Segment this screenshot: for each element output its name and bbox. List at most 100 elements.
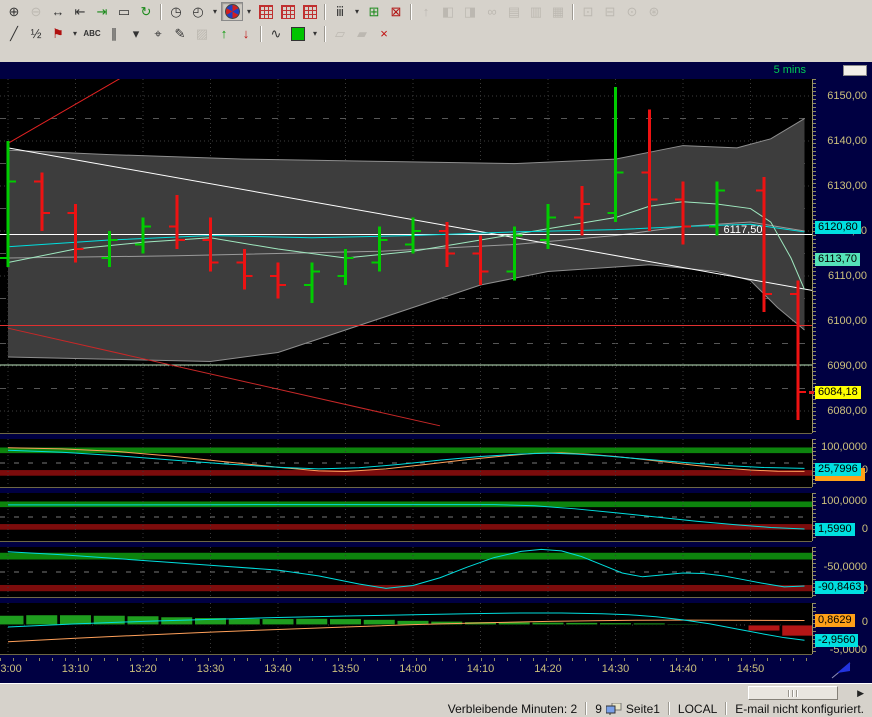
price-tick-label: 6140,00 [827,135,867,147]
bar-style-button[interactable]: ⅲ [329,2,351,21]
price-value-chip: 6084,18 [815,386,861,399]
price-value-chip: 6120,80 [815,221,861,234]
macd-axis: 0,86290-2,9560-5,0000 [812,603,872,654]
monitor-frame-icon: ⊟ [605,5,616,18]
remove-study-button[interactable]: ⊠ [385,2,407,21]
scrollbar-thumb[interactable] [748,686,838,700]
bring-front-icon: ▰ [357,27,367,40]
quote-list-1-button: ▤ [503,2,525,21]
toolbar-separator [260,26,262,42]
chart-frame-button[interactable]: ▭ [113,2,135,21]
oscillator-3-plot[interactable] [0,547,812,598]
interval-label: 5 mins [774,64,806,76]
chart-window-button[interactable] [843,65,867,76]
main-chart-canvas: 6117,50 [0,79,812,433]
chart-window: 5 mins 13:0013:1013:2013:3013:4013:5014:… [0,62,872,683]
histogram-bar [296,618,328,625]
zoom-in-button[interactable]: ⊕ [3,2,25,21]
fibonacci-tool-icon: ½ [31,27,42,40]
timeframe-clock-button[interactable]: ◴ [187,2,209,21]
oscillator-2-plot[interactable] [0,493,812,542]
reload-chart-icon: ↻ [141,5,152,18]
grid-coarse-icon [303,5,317,19]
toolbar-separator [410,4,412,20]
macd-canvas [0,603,812,654]
quote-list-1-icon: ▤ [508,5,520,18]
histogram-bar [228,618,260,625]
overlay-tool-button[interactable]: ∿ [265,24,287,43]
trendline-tool-icon: ╱ [10,27,18,40]
prev-page-button: ◧ [437,2,459,21]
reload-chart-button[interactable]: ↻ [135,2,157,21]
overlay-tool-icon: ∿ [271,27,282,40]
indicator-axis-label: -50,0000 [824,561,867,573]
scale-fit-button[interactable]: ↔ [47,2,69,21]
color-wheel-button[interactable] [221,2,243,21]
parallel-lines-tool-button[interactable]: ∥ [103,24,125,43]
histogram-bar [0,615,24,625]
color-wheel-dropdown[interactable]: ▾ [243,2,255,21]
time-axis: 13:0013:1013:2013:3013:4013:5014:0014:10… [0,658,872,682]
price-annotation: 6117,50 [724,224,763,236]
scrollbar-right-arrow[interactable]: ▶ [857,688,864,699]
price-tick-label: 6130,00 [827,180,867,192]
grid-medium-button[interactable] [277,2,299,21]
color-swatch-button[interactable] [287,24,309,43]
main-chart-plot[interactable]: 6117,50 [0,79,812,434]
price-tick-label: 6100,00 [827,315,867,327]
remove-study-icon: ⊠ [391,5,402,18]
flag-marker-button[interactable]: ⚑ [47,24,69,43]
add-study-button[interactable]: ⊞ [363,2,385,21]
toolbar-separator [324,26,326,42]
scroll-right-icon: ⇥ [97,5,108,18]
histogram-bar [127,616,159,625]
clock-button[interactable]: ◷ [165,2,187,21]
macd-plot[interactable] [0,603,812,655]
monitor-grid-button: ⊡ [577,2,599,21]
indicator-value-chip: 25,7996 [815,463,861,476]
histogram-bar [532,622,564,625]
text-tool-button[interactable]: ABC [81,24,103,43]
histogram-bar [26,615,58,625]
histogram-bar [633,623,665,625]
toolbar: ⊕⊖↔⇤⇥▭↻◷◴▾▾ⅲ▾⊞⊠↑◧◨∞▤▥▦⊡⊟⊙⊛ ╱½⚑▾ABC∥▾⌖✎▨↑… [0,0,872,62]
flag-marker-dropdown[interactable]: ▾ [69,24,81,43]
grid-coarse-button[interactable] [299,2,321,21]
grid-fine-button[interactable] [255,2,277,21]
jump-to-end-flag-icon[interactable] [828,660,856,680]
color-swatch-dropdown[interactable]: ▾ [309,24,321,43]
tools-dropdown-icon: ▾ [133,27,140,40]
toolbar-separator [572,4,574,20]
color-swatch-icon [291,27,305,41]
fibonacci-tool-button[interactable]: ½ [25,24,47,43]
oscillator-1-plot[interactable] [0,439,812,488]
histogram-bar [782,625,812,636]
oscillator-2-canvas [0,493,812,541]
trendline-tool-button[interactable]: ╱ [3,24,25,43]
bar-style-dropdown[interactable]: ▾ [351,2,363,21]
up-marker-button[interactable]: ↑ [213,24,235,43]
grid-fine-icon [259,5,273,19]
edit-tool-button[interactable]: ✎ [169,24,191,43]
scroll-left-button[interactable]: ⇤ [69,2,91,21]
clock-icon: ◷ [170,5,181,18]
status-bar: Verbleibende Minuten: 2 9 Seite1 LOCAL E… [0,700,872,717]
down-marker-button[interactable]: ↓ [235,24,257,43]
color-wheel-icon [225,4,240,19]
push-back-icon: ▱ [335,27,345,40]
delete-drawing-button[interactable]: × [373,24,395,43]
price-value-chip: 6113,70 [815,253,860,266]
quote-list-2-icon: ▥ [530,5,542,18]
scroll-left-icon: ⇤ [75,5,86,18]
network-icon [606,703,622,715]
scroll-right-button[interactable]: ⇥ [91,2,113,21]
horizontal-scrollbar[interactable]: ▶ [0,683,872,700]
time-tick-label: 14:30 [596,663,636,675]
tools-dropdown-button[interactable]: ▾ [125,24,147,43]
pointer-tool-button[interactable]: ⌖ [147,24,169,43]
monitor-clock-icon: ⊙ [627,5,638,18]
zoom-out-button: ⊖ [25,2,47,21]
timeframe-clock-dropdown[interactable]: ▾ [209,2,221,21]
price-tick-label: 6110,00 [828,270,867,282]
scale-fit-icon: ↔ [52,5,65,18]
